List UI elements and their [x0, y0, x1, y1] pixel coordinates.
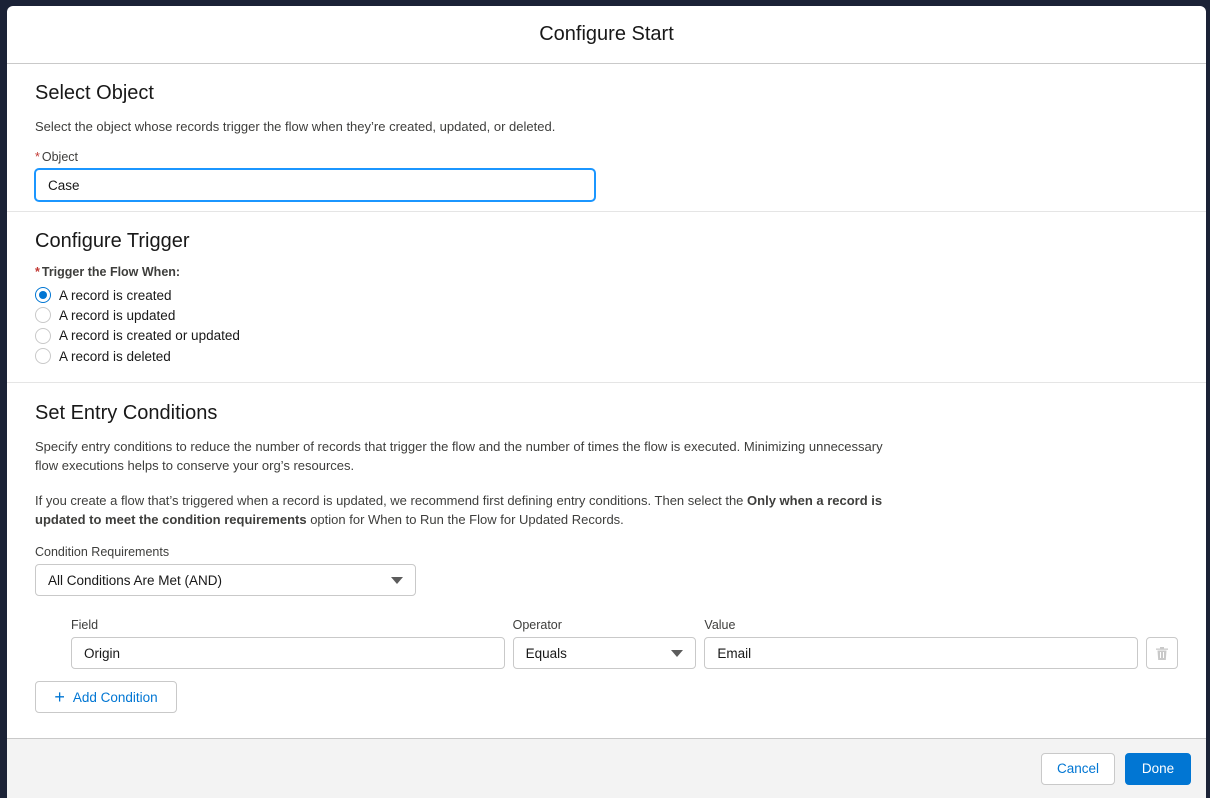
chevron-down-icon: [391, 576, 403, 584]
operator-label: Operator: [512, 618, 562, 632]
select-object-help: Select the object whose records trigger …: [35, 119, 556, 134]
configure-start-modal: Configure Start Select Object Select the…: [7, 6, 1206, 798]
help-2-prefix: If you create a flow that’s triggered wh…: [35, 493, 748, 508]
select-object-title: Select Object: [35, 82, 154, 104]
required-mark: *: [35, 150, 40, 164]
add-condition-button[interactable]: + Add Condition: [35, 681, 177, 713]
entry-conditions-help-2: If you create a flow that’s triggered wh…: [35, 491, 885, 529]
configure-trigger-section: Configure Trigger * Trigger the Flow When…: [7, 212, 1206, 383]
trigger-label-text: Trigger the Flow When:: [41, 265, 181, 279]
object-label-text: Object: [41, 150, 79, 164]
value-label: Value: [704, 618, 736, 632]
modal-title: Configure Start: [539, 23, 674, 45]
field-label: Field: [71, 618, 99, 632]
trigger-label: * Trigger the Flow When:: [35, 265, 1178, 279]
add-icon: +: [54, 686, 65, 707]
condition-operator-column: Operator Equals: [512, 618, 697, 669]
condition-requirements-select[interactable]: All Conditions Are Met (AND): [35, 564, 416, 596]
radio-label: A record is deleted: [59, 348, 171, 364]
radio-label: A record is created or updated: [59, 328, 240, 344]
radio-record-updated[interactable]: A record is updated: [35, 305, 1178, 325]
field-input[interactable]: Origin: [71, 637, 505, 669]
cancel-button[interactable]: Cancel: [1041, 752, 1115, 785]
chevron-down-icon: [671, 649, 684, 657]
radio-record-deleted[interactable]: A record is deleted: [35, 346, 1178, 366]
trash-icon: [1156, 646, 1168, 660]
configure-trigger-title: Configure Trigger: [35, 230, 190, 252]
done-button[interactable]: Done: [1125, 752, 1191, 785]
field-input-value: Origin: [84, 645, 121, 661]
delete-condition-button[interactable]: [1146, 637, 1178, 669]
value-input-value: Email: [717, 645, 752, 661]
add-condition-label: Add Condition: [72, 689, 158, 705]
value-input[interactable]: Email: [704, 637, 1139, 669]
modal-header: Configure Start: [7, 6, 1206, 64]
condition-requirements-label: Condition Requirements: [35, 545, 170, 559]
entry-conditions-title: Set Entry Conditions: [35, 402, 218, 424]
condition-value-column: Value Email: [704, 618, 1139, 669]
object-label: * Object: [35, 150, 1178, 164]
operator-select[interactable]: Equals: [512, 637, 697, 669]
object-input[interactable]: Case: [35, 169, 595, 201]
radio-record-created-or-updated[interactable]: A record is created or updated: [35, 326, 1178, 346]
condition-field-column: Field Origin: [71, 618, 505, 669]
operator-value: Equals: [525, 645, 567, 661]
modal-footer: Cancel Done: [7, 738, 1206, 798]
select-object-section: Select Object Select the object whose re…: [7, 64, 1206, 212]
radio-record-created[interactable]: A record is created: [35, 285, 1178, 305]
required-mark: *: [35, 265, 40, 279]
radio-label: A record is updated: [59, 307, 176, 323]
condition-requirements-value: All Conditions Are Met (AND): [48, 572, 223, 588]
radio-label: A record is created: [59, 287, 172, 303]
radio-button[interactable]: [35, 327, 51, 344]
radio-button-checked[interactable]: [35, 287, 51, 304]
entry-conditions-help-1: Specify entry conditions to reduce the n…: [35, 439, 883, 473]
radio-button[interactable]: [35, 348, 51, 365]
condition-row: Field Origin Operator Equals Value Email: [71, 618, 1178, 669]
help-2-suffix: option for When to Run the Flow for Upda…: [306, 512, 624, 527]
radio-button[interactable]: [35, 307, 51, 324]
object-input-value: Case: [48, 177, 80, 193]
entry-conditions-section: Set Entry Conditions Specify entry condi…: [7, 383, 1206, 738]
